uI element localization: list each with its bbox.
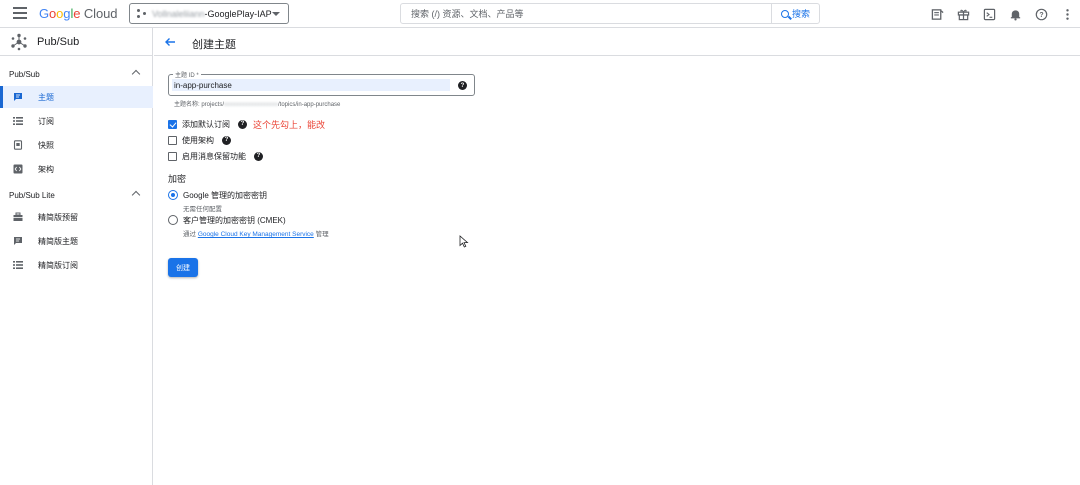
- list-icon: [13, 117, 23, 125]
- chat-icon: [14, 93, 22, 101]
- option-message-retention: 启用消息保留功能 ?: [168, 150, 263, 162]
- project-name-redacted: Vollnaleliiann: [152, 8, 205, 19]
- sidebar-item-lite-subscriptions[interactable]: 精简版订阅: [0, 254, 153, 276]
- search-input[interactable]: [401, 4, 761, 24]
- chevron-up-icon: [131, 69, 141, 79]
- topic-id-input[interactable]: [172, 79, 450, 91]
- reservation-icon: [13, 212, 23, 221]
- help-icon[interactable]: ?: [238, 119, 247, 129]
- sidebar-item-snapshots[interactable]: 快照: [0, 134, 153, 156]
- project-picker[interactable]: Vollnaleliiann -GooglePlay-IAP: [129, 3, 289, 24]
- project-name-suffix: -GooglePlay-IAP: [204, 8, 272, 19]
- bell-icon[interactable]: [1002, 0, 1028, 28]
- topic-id-label: 主题 ID *: [173, 70, 201, 79]
- help-icon[interactable]: ?: [458, 81, 467, 90]
- annotation-note: 这个先勾上，能改: [253, 119, 326, 130]
- nav-group-pubsub[interactable]: Pub/Sub: [0, 64, 153, 84]
- option-use-schema: 使用架构 ?: [168, 134, 231, 146]
- project-hierarchy-icon: [137, 8, 147, 19]
- use-schema-checkbox[interactable]: [168, 135, 177, 145]
- hamburger-menu-icon[interactable]: [13, 7, 27, 19]
- mouse-pointer-icon: [459, 235, 469, 248]
- sidebar-item-lite-reservations[interactable]: 精简版预留: [0, 206, 153, 228]
- search-icon: [780, 9, 789, 18]
- message-retention-checkbox[interactable]: [168, 151, 177, 161]
- list-icon: [13, 261, 23, 269]
- left-nav: Pub/Sub Pub/Sub 主题 订阅 快照 架构 Pub/Sub Lite…: [0, 28, 153, 485]
- default-subscription-checkbox[interactable]: [168, 119, 177, 129]
- help-icon[interactable]: ?: [254, 151, 263, 161]
- customer-managed-key-option: 客户管理的加密密钥 (CMEK) 通过 Google Cloud Key Man…: [168, 215, 329, 238]
- notes-icon[interactable]: [924, 0, 950, 28]
- sidebar-item-topics[interactable]: 主题: [0, 86, 153, 108]
- google-cloud-logo[interactable]: Google Cloud: [39, 6, 117, 21]
- help-icon[interactable]: ?: [222, 135, 231, 145]
- google-managed-key-radio[interactable]: [168, 190, 178, 200]
- page-title: 创建主题: [192, 39, 236, 51]
- topic-name-hint: 主题名称: projects/xxxxxxxxxxxxxxxxxx/topics…: [174, 102, 341, 108]
- customer-managed-key-radio[interactable]: [168, 215, 178, 225]
- gift-icon[interactable]: [950, 0, 976, 28]
- svg-text:?: ?: [1039, 11, 1043, 18]
- main-content: 创建主题 主题 ID * ? 主题名称: projects/xxxxxxxxxx…: [154, 28, 1080, 485]
- sidebar-item-lite-topics[interactable]: 精简版主题: [0, 230, 153, 252]
- snapshot-icon: [13, 140, 23, 150]
- more-vert-icon[interactable]: [1054, 0, 1080, 28]
- terminal-icon[interactable]: [976, 0, 1002, 28]
- product-title: Pub/Sub: [37, 36, 80, 48]
- google-managed-key-option: Google 管理的加密密钥 无需任何配置: [168, 190, 267, 213]
- chevron-up-icon: [131, 190, 141, 200]
- create-button[interactable]: 创建: [168, 258, 198, 277]
- help-icon[interactable]: ?: [1028, 0, 1054, 28]
- pubsub-icon: [11, 33, 27, 51]
- search-bar: 搜索: [400, 3, 820, 24]
- schema-icon: [13, 164, 23, 174]
- caret-down-icon: [272, 12, 280, 16]
- back-arrow-icon[interactable]: [164, 36, 176, 48]
- chat-icon: [14, 237, 22, 245]
- option-default-subscription: 添加默认订阅 ? 这个先勾上，能改: [168, 118, 325, 130]
- top-app-bar: Google Cloud Vollnaleliiann -GooglePlay-…: [0, 0, 1080, 28]
- nav-group-pubsub-lite[interactable]: Pub/Sub Lite: [0, 185, 153, 205]
- top-actions: ?: [924, 0, 1080, 28]
- product-header: Pub/Sub: [0, 28, 153, 56]
- page-header: 创建主题: [154, 28, 1080, 56]
- kms-link[interactable]: Google Cloud Key Management Service: [198, 231, 314, 238]
- sidebar-item-subscriptions[interactable]: 订阅: [0, 110, 153, 132]
- encryption-heading: 加密: [168, 174, 187, 184]
- search-button[interactable]: 搜索: [771, 4, 819, 23]
- sidebar-item-schemas[interactable]: 架构: [0, 158, 153, 180]
